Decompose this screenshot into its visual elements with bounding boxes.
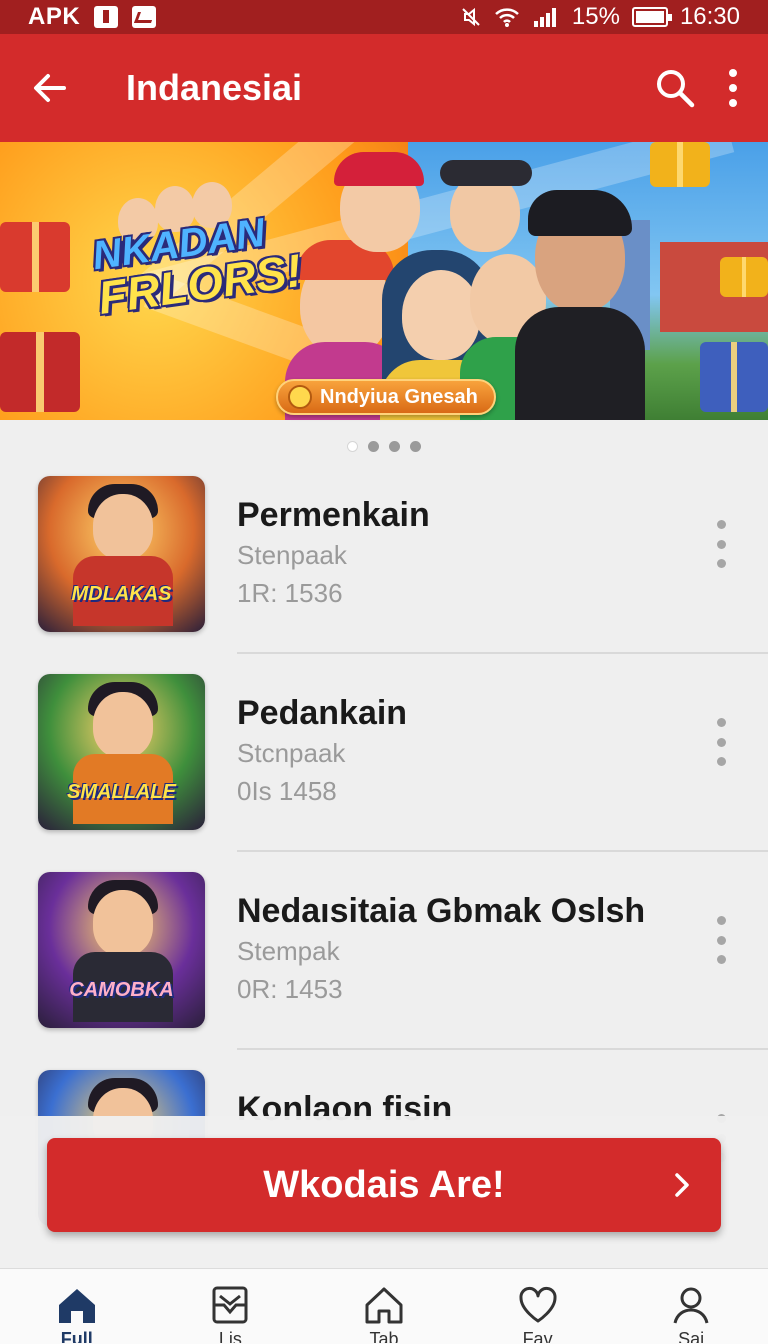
nav-label: Full xyxy=(60,1329,93,1343)
pagination-dot[interactable] xyxy=(410,440,421,452)
list-item-meta: 1R: 1536 xyxy=(237,578,343,608)
nav-label: Sai xyxy=(678,1329,705,1343)
banner-chip-label: Nndyiua Gnesah xyxy=(320,385,478,408)
pagination-dot[interactable] xyxy=(389,440,400,452)
game-thumbnail: MDLAKAS xyxy=(38,476,205,632)
banner-character-hat xyxy=(440,160,532,186)
thumbnail-face xyxy=(93,692,153,758)
cta-button[interactable]: Wkodais Are! xyxy=(47,1138,721,1232)
mute-icon xyxy=(462,7,480,27)
back-button[interactable] xyxy=(22,60,78,116)
banner-gift xyxy=(700,342,768,412)
list-item[interactable]: SMALLALE Pedankain Stcnpaak 0Is 1458 xyxy=(0,664,768,862)
battery-percent: 15% xyxy=(571,3,620,30)
list-item-meta: 0R: 1453 xyxy=(237,974,343,1004)
more-vertical-icon[interactable] xyxy=(708,910,734,970)
thumbnail-logo: MDLAKAS xyxy=(71,583,172,605)
list-item-subtitle: Stempak xyxy=(237,936,340,966)
home-outline-icon xyxy=(365,1287,403,1324)
chevron-right-icon xyxy=(675,1173,689,1197)
thumbnail-logo: CAMOBKA xyxy=(69,979,174,1001)
list-item-title: Pedankain xyxy=(237,694,408,732)
nav-label: Lis xyxy=(218,1329,242,1343)
banner-character-body xyxy=(515,307,645,420)
search-button[interactable] xyxy=(654,67,696,109)
signal-icon xyxy=(533,8,556,27)
banner-character-hat xyxy=(334,152,424,186)
pagination-dot[interactable] xyxy=(347,440,358,452)
cta-label: Wkodais Are! xyxy=(263,1163,505,1206)
divider xyxy=(237,1048,768,1050)
more-vertical-icon xyxy=(729,69,737,107)
status-left: APK xyxy=(28,3,157,31)
list-item[interactable]: CAMOBKA Nedaısitaia Gbmak Oslsh Stempak … xyxy=(0,862,768,1060)
divider xyxy=(237,850,768,852)
nav-item-tab[interactable]: Tab xyxy=(307,1269,461,1344)
inbox-icon xyxy=(212,1286,248,1324)
status-right: 15% 16:30 xyxy=(460,3,740,31)
banner-gift xyxy=(720,257,768,297)
app-bar: Indanesiai xyxy=(0,34,768,142)
more-vertical-icon[interactable] xyxy=(708,514,734,574)
banner-gift xyxy=(0,222,70,292)
search-icon xyxy=(657,70,695,108)
game-list: MDLAKAS Permenkain Stenpaak 1R: 1536 SMA… xyxy=(0,466,768,1226)
app-bar-actions xyxy=(654,67,740,109)
game-thumbnail: SMALLALE xyxy=(38,674,205,830)
more-vertical-icon[interactable] xyxy=(708,712,734,772)
arrow-left-icon xyxy=(34,74,66,102)
game-thumbnail: CAMOBKA xyxy=(38,872,205,1028)
list-item-title: Nedaısitaia Gbmak Oslsh xyxy=(237,892,646,930)
divider xyxy=(237,652,768,654)
chart-icon xyxy=(132,6,157,28)
thumbnail-logo: SMALLALE xyxy=(67,781,176,803)
nav-item-list[interactable]: Lis xyxy=(154,1269,308,1344)
nav-label: Fav xyxy=(522,1329,553,1343)
nav-item-profile[interactable]: Sai xyxy=(614,1269,768,1344)
list-item[interactable]: MDLAKAS Permenkain Stenpaak 1R: 1536 xyxy=(0,466,768,664)
list-item-subtitle: Stenpaak xyxy=(237,540,347,570)
banner-chip[interactable]: Nndyiua Gnesah xyxy=(276,379,496,415)
thumbnail-face xyxy=(93,890,153,956)
nav-item-home[interactable]: Full xyxy=(0,1269,154,1344)
list-item-subtitle: Stcnpaak xyxy=(237,738,346,768)
heart-icon xyxy=(519,1287,557,1323)
list-item-meta: 0Is 1458 xyxy=(237,776,337,806)
pagination-dot[interactable] xyxy=(368,440,379,452)
nav-label: Tab xyxy=(369,1329,399,1343)
status-time: 16:30 xyxy=(679,3,740,30)
lock-icon xyxy=(94,6,119,28)
wifi-icon xyxy=(495,8,519,27)
nav-item-favorites[interactable]: Fav xyxy=(461,1269,615,1344)
coin-icon xyxy=(288,385,312,409)
banner-character-hair xyxy=(528,190,632,236)
banner-gift xyxy=(650,142,710,187)
banner-pagination xyxy=(0,420,768,472)
thumbnail-face xyxy=(93,494,153,560)
status-bar: APK 15% 16:30 xyxy=(0,0,768,34)
overflow-menu-button[interactable] xyxy=(726,67,740,109)
profile-icon xyxy=(673,1287,709,1324)
banner-character-face xyxy=(402,270,480,360)
status-app-tag: APK xyxy=(28,3,81,30)
banner-gift xyxy=(0,332,80,412)
page-title: Indanesiai xyxy=(126,67,303,108)
list-item-title: Permenkain xyxy=(237,496,430,534)
battery-icon xyxy=(631,7,672,27)
bottom-nav: Full Lis Tab Fav Sai xyxy=(0,1268,768,1344)
home-filled-icon xyxy=(58,1289,95,1323)
